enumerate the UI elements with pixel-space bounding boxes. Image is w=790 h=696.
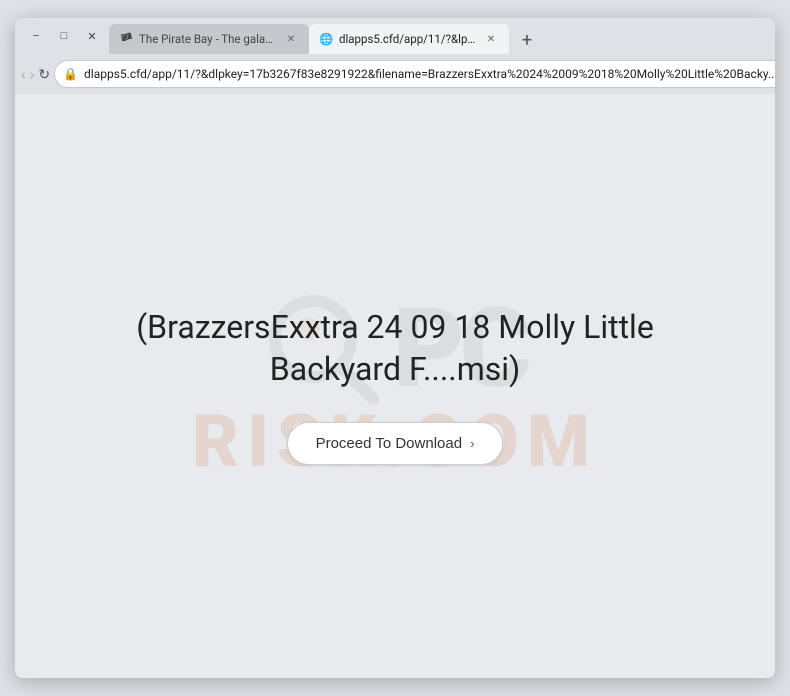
window-controls: − □ ✕ — [23, 26, 105, 46]
tab-2-favicon: 🌐 — [319, 32, 333, 46]
download-button-label: Proceed To Download — [316, 435, 462, 452]
reload-button[interactable]: ↻ — [38, 60, 50, 88]
browser-tab-1[interactable]: 🏴 The Pirate Bay - The galaxy's m... ✕ — [109, 24, 309, 54]
tab-1-close-icon[interactable]: ✕ — [283, 31, 299, 47]
proceed-to-download-button[interactable]: Proceed To Download › — [287, 422, 504, 465]
browser-content: PC RISK.COM (BrazzersExxtra 24 09 18 Mol… — [15, 94, 775, 678]
url-text: dlapps5.cfd/app/11/?&dlpkey=17b3267f83e8… — [84, 67, 775, 81]
back-button[interactable]: ‹ — [21, 60, 26, 88]
lock-icon: 🔒 — [63, 67, 78, 81]
browser-tab-2[interactable]: 🌐 dlapps5.cfd/app/11/?&lpkey=... ✕ — [309, 24, 509, 54]
file-title: (BrazzersExxtra 24 09 18 Molly Little Ba… — [115, 307, 675, 390]
address-bar-area: ‹ › ↻ 🔒 dlapps5.cfd/app/11/?&dlpkey=17b3… — [15, 54, 775, 94]
tab-2-close-icon[interactable]: ✕ — [483, 31, 499, 47]
forward-button[interactable]: › — [30, 60, 35, 88]
tab-2-title: dlapps5.cfd/app/11/?&lpkey=... — [339, 32, 477, 46]
title-bar: − □ ✕ 🏴 The Pirate Bay - The galaxy's m.… — [15, 18, 775, 54]
minimize-button[interactable]: − — [23, 26, 49, 46]
browser-window: − □ ✕ 🏴 The Pirate Bay - The galaxy's m.… — [15, 18, 775, 678]
close-button[interactable]: ✕ — [79, 26, 105, 46]
address-bar[interactable]: 🔒 dlapps5.cfd/app/11/?&dlpkey=17b3267f83… — [54, 60, 775, 88]
tabs-area: 🏴 The Pirate Bay - The galaxy's m... ✕ 🌐… — [109, 18, 767, 54]
tab-1-favicon: 🏴 — [119, 32, 133, 46]
page-content: (BrazzersExxtra 24 09 18 Molly Little Ba… — [55, 287, 735, 485]
chevron-right-icon: › — [470, 436, 474, 451]
maximize-button[interactable]: □ — [51, 26, 77, 46]
tab-1-title: The Pirate Bay - The galaxy's m... — [139, 32, 277, 46]
new-tab-button[interactable]: + — [513, 26, 541, 54]
